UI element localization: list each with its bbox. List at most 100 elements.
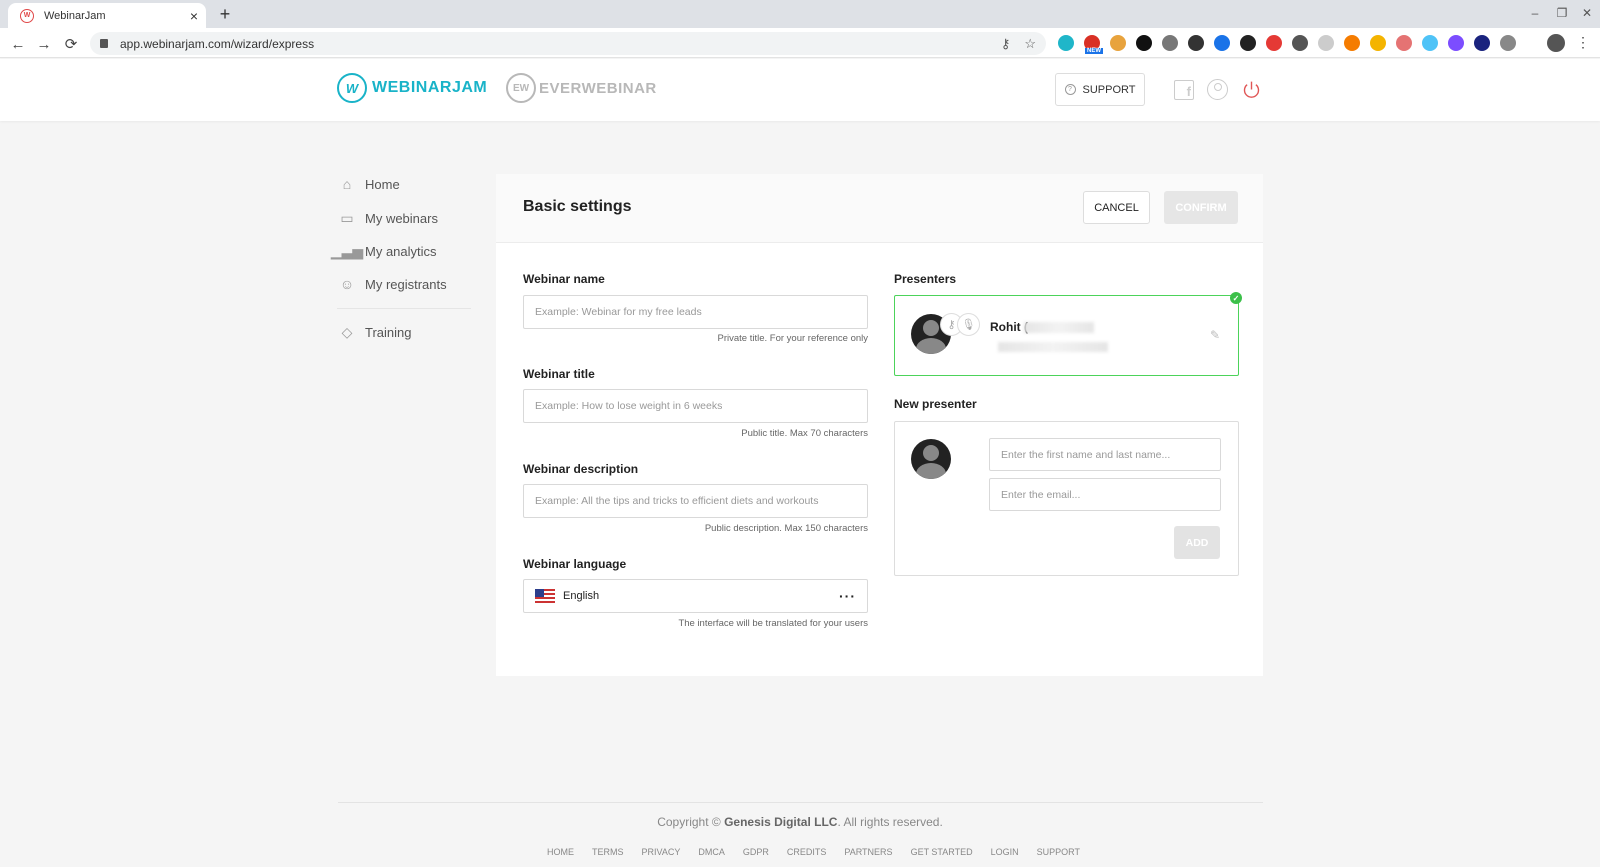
presenter-name-input[interactable] bbox=[989, 438, 1221, 471]
sidebar-item-my-webinars[interactable]: ▭ My webinars bbox=[337, 207, 438, 229]
webinar-title-label: Webinar title bbox=[523, 367, 595, 381]
sidebar-item-label: Training bbox=[365, 324, 412, 340]
restore-button[interactable]: ❐ bbox=[1551, 4, 1573, 22]
extension-new-badge: NEW bbox=[1085, 48, 1103, 54]
browser-tab-strip bbox=[0, 0, 1600, 28]
footer-links: HOME TERMS PRIVACY DMCA GDPR CREDITS PAR… bbox=[547, 847, 1080, 857]
reload-button[interactable]: ⟳ bbox=[61, 34, 81, 54]
browser-extension-icon[interactable] bbox=[1266, 35, 1282, 51]
facebook-icon[interactable]: f bbox=[1174, 80, 1194, 100]
footer-link-partners[interactable]: PARTNERS bbox=[844, 847, 892, 857]
presenter-email-input[interactable] bbox=[989, 478, 1221, 511]
everwebinar-logo[interactable]: EW EVERWEBINAR bbox=[506, 72, 657, 104]
footer-link-get-started[interactable]: GET STARTED bbox=[911, 847, 973, 857]
copyright-suffix: . All rights reserved. bbox=[837, 815, 943, 829]
edit-pencil-icon[interactable]: ✎ bbox=[1210, 328, 1220, 342]
close-window-button[interactable]: ✕ bbox=[1576, 4, 1598, 22]
home-icon: ⌂ bbox=[342, 176, 352, 192]
question-icon: ? bbox=[1064, 84, 1076, 95]
minimize-button[interactable]: – bbox=[1524, 4, 1546, 22]
browser-extension-icon[interactable] bbox=[1396, 35, 1412, 51]
sidebar-item-my-registrants[interactable]: ☺ My registrants bbox=[337, 273, 447, 295]
footer-link-dmca[interactable]: DMCA bbox=[698, 847, 725, 857]
footer-link-gdpr[interactable]: GDPR bbox=[743, 847, 769, 857]
sidebar-item-my-analytics[interactable]: ▁▃▅ My analytics bbox=[330, 240, 437, 262]
webinarjam-brand-text: WEBINARJAM bbox=[372, 79, 488, 96]
profile-avatar[interactable] bbox=[1547, 34, 1565, 52]
browser-extension-icon[interactable] bbox=[1292, 35, 1308, 51]
address-bar[interactable]: app.webinarjam.com/wizard/express ⚷ ☆ bbox=[90, 32, 1046, 55]
webinarjam-logo[interactable]: W WEBINARJAM bbox=[337, 72, 487, 104]
forward-button[interactable]: → bbox=[34, 34, 54, 54]
browser-extension-icon[interactable] bbox=[1318, 35, 1334, 51]
browser-extension-icon[interactable] bbox=[1188, 35, 1204, 51]
webinarjam-favicon-icon: W bbox=[20, 8, 34, 23]
footer-divider bbox=[338, 802, 1263, 803]
browser-extension-icon[interactable] bbox=[1500, 35, 1516, 51]
footer-link-privacy[interactable]: PRIVACY bbox=[642, 847, 681, 857]
presenter-name-redacted bbox=[1024, 322, 1094, 333]
browser-extension-icon[interactable] bbox=[1110, 35, 1126, 51]
back-button[interactable]: ← bbox=[8, 34, 28, 54]
sidebar-item-label: My registrants bbox=[365, 276, 447, 292]
sidebar-item-training[interactable]: ◇ Training bbox=[337, 321, 412, 343]
sidebar-item-label: My webinars bbox=[365, 210, 438, 226]
footer-link-home[interactable]: HOME bbox=[547, 847, 574, 857]
lock-icon bbox=[100, 39, 108, 48]
webinar-title-hint: Public title. Max 70 characters bbox=[741, 428, 868, 439]
confirm-button[interactable]: CONFIRM bbox=[1164, 191, 1238, 224]
add-presenter-button[interactable]: ADD bbox=[1174, 526, 1220, 559]
new-presenter-avatar bbox=[911, 439, 951, 479]
user-account-icon[interactable] bbox=[1207, 79, 1228, 100]
everwebinar-brand-text: EVERWEBINAR bbox=[539, 79, 657, 97]
browser-extension-icon[interactable] bbox=[1058, 35, 1074, 51]
footer-link-login[interactable]: LOGIN bbox=[991, 847, 1019, 857]
new-tab-button[interactable]: + bbox=[214, 3, 236, 25]
check-icon: ✓ bbox=[1230, 292, 1242, 304]
power-logout-icon[interactable] bbox=[1241, 79, 1262, 100]
webinar-description-label: Webinar description bbox=[523, 462, 639, 476]
page-title: Basic settings bbox=[523, 198, 632, 215]
browser-extension-icon[interactable] bbox=[1344, 35, 1360, 51]
key-icon[interactable]: ⚷ bbox=[1001, 36, 1011, 52]
browser-menu-icon[interactable]: ⋮ bbox=[1576, 34, 1590, 51]
browser-extension-icon[interactable] bbox=[1474, 35, 1490, 51]
training-icon: ◇ bbox=[341, 323, 353, 340]
url-text: app.webinarjam.com/wizard/express bbox=[120, 36, 315, 51]
analytics-icon: ▁▃▅ bbox=[330, 242, 364, 259]
webinar-language-label: Webinar language bbox=[523, 557, 627, 571]
webinar-language-hint: The interface will be translated for you… bbox=[678, 618, 868, 629]
sidebar-item-label: Home bbox=[365, 176, 400, 192]
webinar-name-input[interactable] bbox=[523, 295, 868, 329]
copyright-prefix: Copyright © bbox=[657, 815, 721, 829]
microphone-icon: 🎙 bbox=[957, 313, 980, 336]
cancel-button[interactable]: CANCEL bbox=[1083, 191, 1150, 224]
everwebinar-logo-icon: EW bbox=[506, 73, 536, 103]
support-button[interactable]: ? SUPPORT bbox=[1055, 73, 1145, 106]
browser-extension-icon[interactable] bbox=[1162, 35, 1178, 51]
browser-extension-icon[interactable] bbox=[1136, 35, 1152, 51]
browser-extension-icon[interactable] bbox=[1214, 35, 1230, 51]
footer-link-credits[interactable]: CREDITS bbox=[787, 847, 827, 857]
webinar-name-hint: Private title. For your reference only bbox=[717, 333, 868, 344]
language-select[interactable]: English ··· bbox=[523, 579, 868, 613]
webinar-name-label: Webinar name bbox=[523, 272, 605, 286]
footer-copyright: Copyright © Genesis Digital LLC. All rig… bbox=[0, 815, 1600, 829]
webinar-title-input[interactable] bbox=[523, 389, 868, 423]
sidebar-item-home[interactable]: ⌂ Home bbox=[337, 173, 400, 195]
browser-extension-icon[interactable] bbox=[1422, 35, 1438, 51]
browser-extension-icon[interactable] bbox=[1370, 35, 1386, 51]
presenter-email-redacted bbox=[998, 342, 1108, 352]
webinar-description-input[interactable] bbox=[523, 484, 868, 518]
new-presenter-label: New presenter bbox=[894, 397, 977, 411]
browser-extension-icon[interactable] bbox=[1240, 35, 1256, 51]
sidebar-item-label: My analytics bbox=[365, 243, 437, 259]
browser-tab[interactable]: W WebinarJam × bbox=[8, 3, 206, 28]
bookmark-star-icon[interactable]: ☆ bbox=[1024, 36, 1036, 52]
browser-extension-icon[interactable] bbox=[1448, 35, 1464, 51]
footer-link-terms[interactable]: TERMS bbox=[592, 847, 624, 857]
presenter-name: Rohit ( bbox=[990, 320, 1028, 334]
footer-link-support[interactable]: SUPPORT bbox=[1037, 847, 1080, 857]
tab-title: WebinarJam bbox=[44, 9, 106, 22]
tab-close-icon[interactable]: × bbox=[190, 8, 198, 24]
